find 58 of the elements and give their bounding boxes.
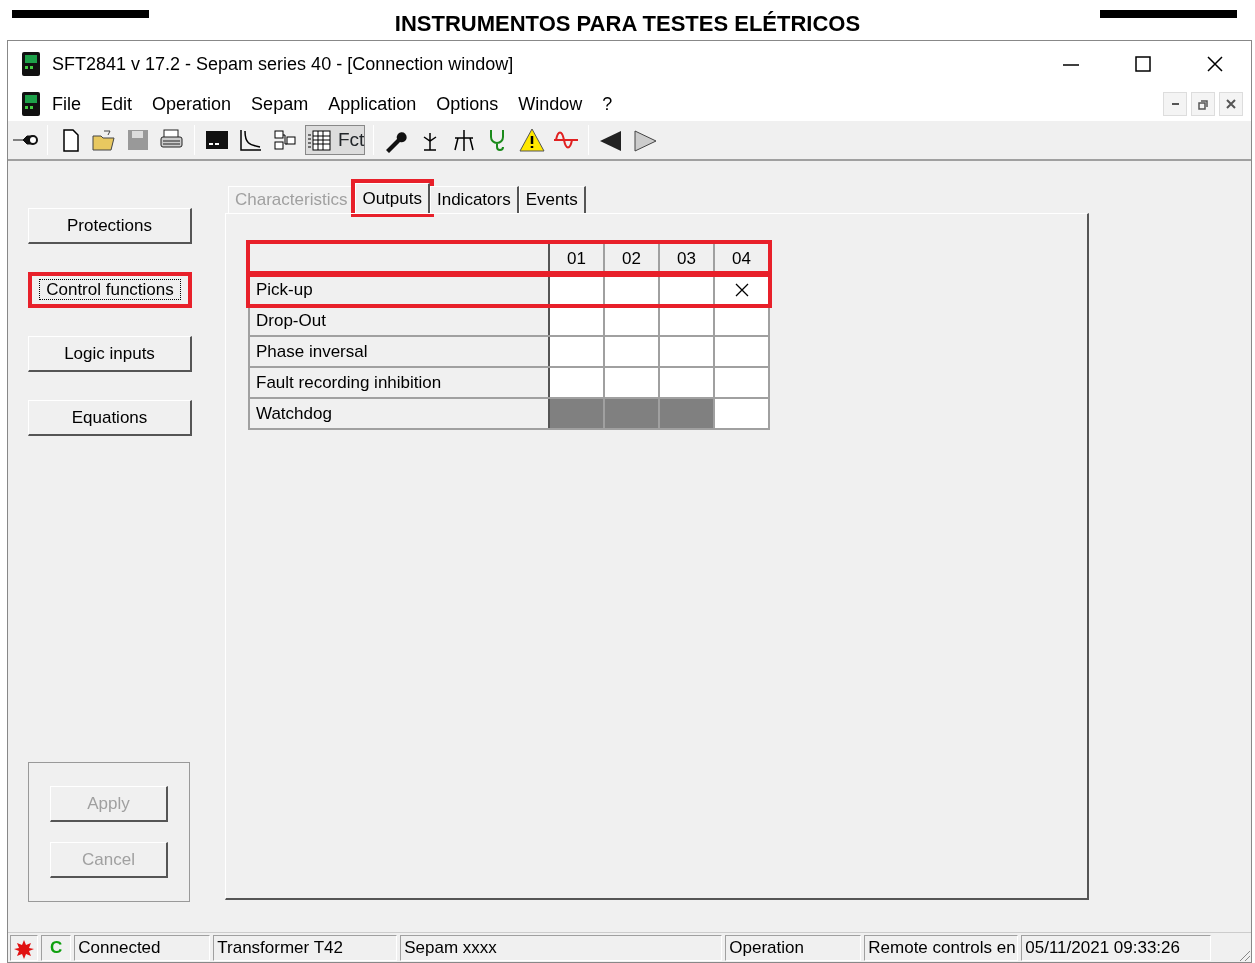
grid-cell[interactable] [549, 367, 604, 398]
sidebar-button[interactable]: Equations [28, 400, 192, 436]
app-icon [20, 51, 42, 77]
status-field: Sepam xxxx [400, 934, 723, 961]
menu-item[interactable]: Sepam [241, 90, 319, 118]
menu-item[interactable]: Operation [142, 90, 242, 118]
status-field: Operation [725, 934, 862, 961]
document-icon [20, 91, 42, 117]
status-field: Remote controls en [864, 934, 1019, 961]
document-minimize-button[interactable] [1163, 92, 1187, 116]
menu-item[interactable]: Window [508, 90, 593, 118]
minimize-icon [1171, 103, 1179, 105]
menu-item[interactable]: Application [318, 90, 427, 118]
menu-item[interactable]: ? [592, 90, 623, 118]
grid-cell[interactable] [604, 367, 659, 398]
warning-icon [518, 127, 547, 153]
refresh-symbol: C [49, 937, 64, 957]
status-field: 05/11/2021 09:33:26 [1021, 934, 1212, 961]
sidebar-button[interactable]: Logic inputs [28, 336, 192, 372]
document-restore-button[interactable] [1191, 92, 1215, 116]
status-field: Connected [74, 934, 211, 961]
window-title: SFT2841 v 17.2 - Sepam series 40 - [Connection window] [52, 52, 514, 76]
grid-cell[interactable] [604, 336, 659, 367]
restore-icon [1196, 97, 1210, 111]
grid-cell[interactable] [604, 274, 659, 305]
status-field: Transformer T42 [213, 934, 398, 961]
row-label: Watchdog [249, 398, 549, 429]
grid-cell[interactable] [549, 274, 604, 305]
sidebar-button[interactable]: Protections [28, 208, 192, 244]
grid-cell[interactable] [714, 367, 769, 398]
tab[interactable]: Indicators [429, 186, 519, 213]
grid-cell[interactable] [659, 367, 714, 398]
row-label: Pick-up [249, 274, 549, 305]
sidebar-button[interactable]: Control functions [28, 272, 192, 308]
grid-cell[interactable] [659, 274, 714, 305]
block-diagram-icon [271, 127, 299, 153]
toolbar-button[interactable] [271, 127, 299, 153]
row-label: Phase inversal [249, 336, 549, 367]
grid-cell[interactable] [714, 274, 769, 305]
tab[interactable]: Events [518, 186, 586, 213]
page-heading: INSTRUMENTOS PARA TESTES ELÉTRICOS [394, 11, 861, 36]
cross-icon [734, 283, 749, 298]
grid-cell[interactable] [714, 398, 769, 429]
menu-item[interactable]: File [42, 90, 91, 118]
calendar-icon [306, 127, 334, 153]
grid-cell[interactable] [549, 336, 604, 367]
menu-item[interactable]: Edit [91, 90, 143, 118]
close-icon [1224, 97, 1238, 111]
menu-item[interactable]: Options [426, 90, 509, 118]
alarm-icon [14, 939, 34, 959]
folder-icon [90, 127, 118, 153]
grid-cell[interactable] [659, 336, 714, 367]
functions-button[interactable]: Fct [305, 124, 366, 156]
grid-cell[interactable] [714, 336, 769, 367]
toolbar-button[interactable] [518, 127, 547, 153]
minimize-icon [1063, 63, 1079, 66]
document-close-button[interactable] [1219, 92, 1243, 116]
row-label: Fault recording inhibition [249, 367, 549, 398]
